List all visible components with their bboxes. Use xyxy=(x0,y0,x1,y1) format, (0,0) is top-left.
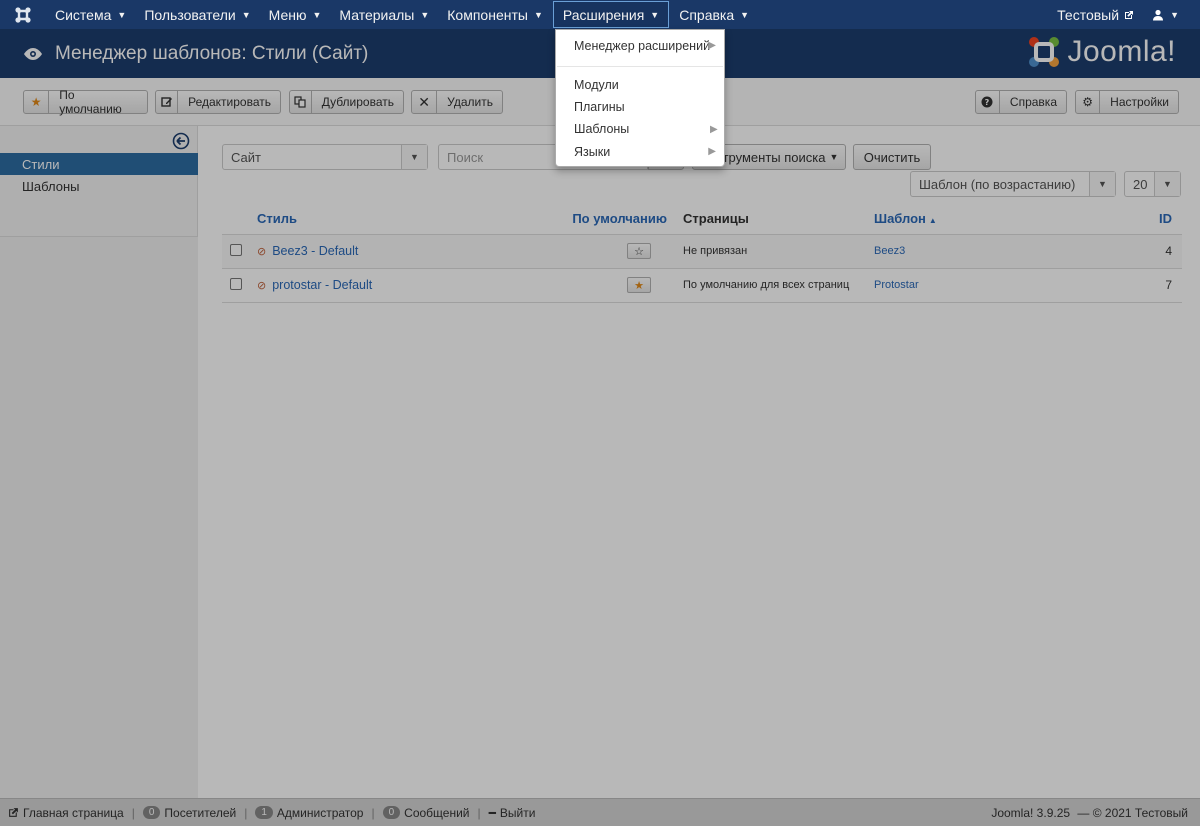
caret-down-icon: ▼ xyxy=(117,9,127,20)
menu-item-label: Языки xyxy=(574,144,611,159)
menu-item-templates[interactable]: Шаблоны xyxy=(556,118,696,139)
menu-item-languages[interactable]: Языки ▶ xyxy=(556,141,724,162)
caret-down-icon: ▼ xyxy=(1170,9,1179,20)
external-link-icon xyxy=(1125,10,1134,19)
nav-content[interactable]: Материалы ▼ xyxy=(330,0,438,29)
nav-label: Справка xyxy=(679,6,735,23)
chevron-right-icon: ▶ xyxy=(708,40,716,51)
joomla-menu-icon[interactable] xyxy=(0,0,46,29)
caret-down-icon: ▼ xyxy=(241,9,251,20)
menu-item-plugins[interactable]: Плагины xyxy=(556,96,724,117)
menu-divider xyxy=(557,66,723,67)
nav-system[interactable]: Система ▼ xyxy=(46,0,135,29)
menu-item-label: Менеджер расширений xyxy=(574,38,711,53)
extensions-dropdown: Менеджер расширений ▶ Модули Плагины Шабл… xyxy=(555,29,725,167)
nav-extensions[interactable]: Расширения ▼ xyxy=(552,1,670,28)
nav-help[interactable]: Справка ▼ xyxy=(670,0,758,29)
nav-label: Пользователи xyxy=(144,6,236,23)
chevron-right-icon: ▶ xyxy=(710,124,718,135)
nav-label: Система xyxy=(55,6,112,23)
chevron-right-icon: ▶ xyxy=(708,146,716,157)
menu-item-extension-manager[interactable]: Менеджер расширений ▶ xyxy=(556,35,724,56)
caret-down-icon: ▼ xyxy=(740,9,750,20)
nav-label: Расширения xyxy=(562,6,645,23)
nav-label: Компоненты xyxy=(447,6,528,23)
user-menu[interactable]: ▼ xyxy=(1143,0,1188,29)
caret-down-icon: ▼ xyxy=(533,9,543,20)
caret-down-icon: ▼ xyxy=(650,9,660,20)
nav-label: Материалы xyxy=(339,6,415,23)
nav-users[interactable]: Пользователи ▼ xyxy=(135,0,259,29)
site-name: Тестовый xyxy=(1057,6,1120,23)
nav-label: Меню xyxy=(268,6,307,23)
caret-down-icon: ▼ xyxy=(420,9,430,20)
caret-down-icon: ▼ xyxy=(312,9,322,20)
nav-components[interactable]: Компоненты ▼ xyxy=(438,0,552,29)
menu-item-modules[interactable]: Модули xyxy=(556,74,724,95)
user-icon xyxy=(1153,9,1164,20)
site-link[interactable]: Тестовый xyxy=(1048,0,1143,29)
top-navbar: Система ▼ Пользователи ▼ Меню ▼ Материалы ▼ … xyxy=(0,0,1200,29)
menu-item-label: Шаблоны xyxy=(574,121,630,136)
nav-menus[interactable]: Меню ▼ xyxy=(260,0,331,29)
